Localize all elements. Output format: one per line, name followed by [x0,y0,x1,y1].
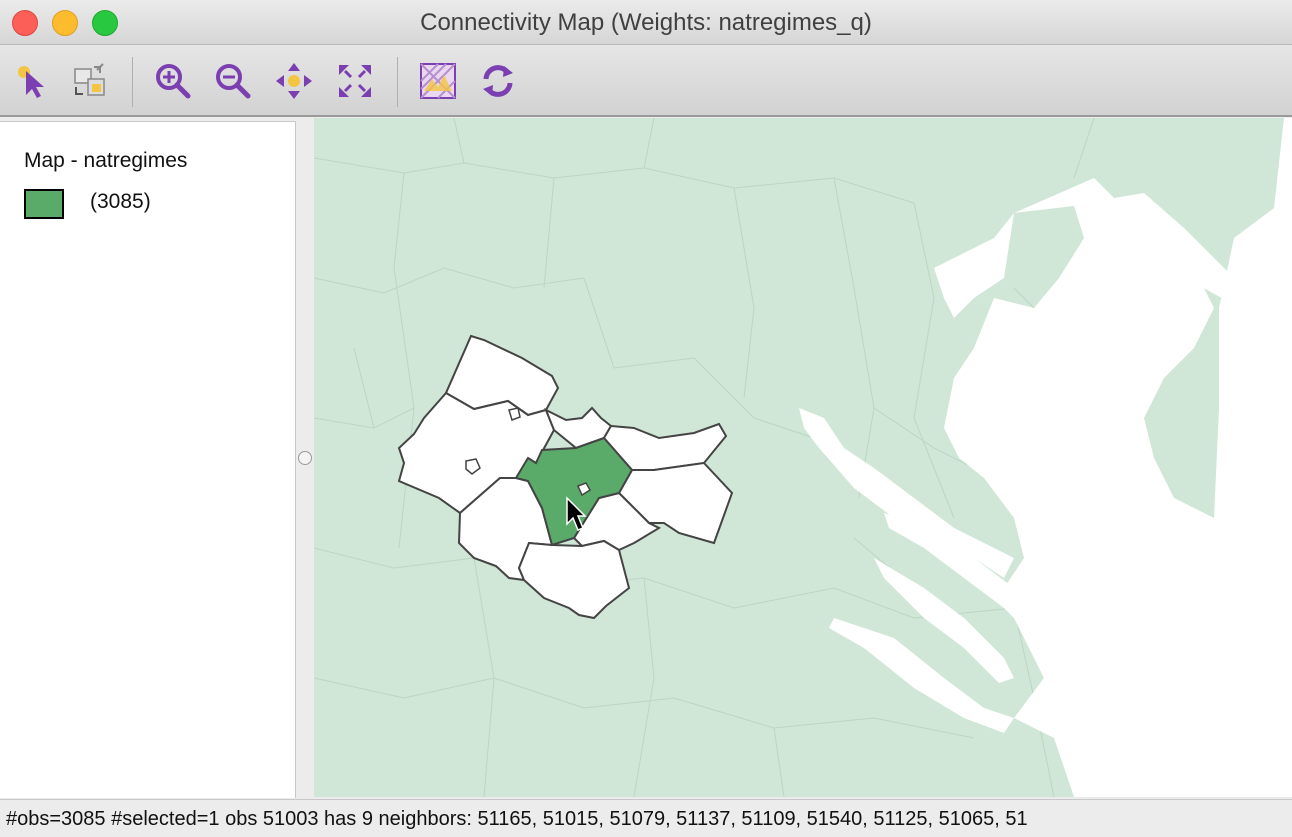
fit-to-window-icon [339,65,371,97]
basemap-button[interactable] [418,61,458,101]
status-bar: #obs=3085 #selected=1 obs 51003 has 9 ne… [0,799,1292,837]
toolbar-separator [397,57,398,107]
window-title: Connectivity Map (Weights: natregimes_q) [420,9,872,36]
toolbar [0,45,1292,117]
title-bar: Connectivity Map (Weights: natregimes_q) [0,0,1292,45]
basemap-icon [420,63,456,99]
selection-mode-button[interactable] [70,61,110,101]
refresh-icon [483,65,513,97]
zoom-in-icon [156,64,191,99]
zoom-out-icon [216,64,251,99]
select-tool-icon [18,66,44,98]
legend-panel: Map - natregimes (3085) [0,121,296,798]
pan-icon [276,63,312,99]
toolbar-separator [132,57,133,107]
fit-to-window-button[interactable] [335,61,375,101]
zoom-out-button[interactable] [213,61,253,101]
splitter-handle[interactable] [298,451,312,465]
select-tool-button[interactable] [12,61,52,101]
selection-mode-icon [74,63,105,96]
legend-swatch[interactable] [24,189,64,219]
legend-title: Map - natregimes [24,149,188,172]
refresh-button[interactable] [478,61,518,101]
connectivity-map [314,118,1292,797]
legend-category-label: (3085) [90,190,151,213]
status-text: #obs=3085 #selected=1 obs 51003 has 9 ne… [6,808,1028,830]
zoom-in-button[interactable] [153,61,193,101]
map-canvas[interactable] [314,118,1292,797]
pan-button[interactable] [274,61,314,101]
